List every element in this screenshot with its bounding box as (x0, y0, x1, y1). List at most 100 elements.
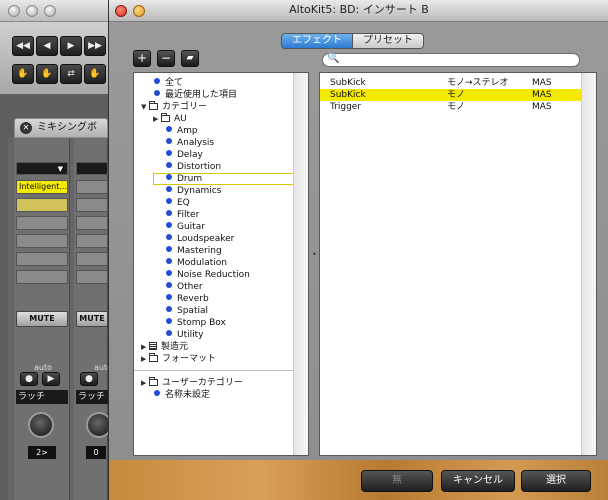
tree-item-reverb[interactable]: Reverb (166, 293, 209, 305)
tree-scrollbar[interactable] (293, 73, 308, 455)
transport-toolbar: ◀◀ ◀ ▶ ▶▶ ✋ ✋ ⇄ ✋ (0, 22, 108, 94)
hand-tool-icon[interactable]: ✋ (12, 64, 34, 84)
automation-mode[interactable]: ラッチ (76, 390, 108, 404)
bullet-icon (166, 162, 172, 168)
insert-slot-a[interactable]: Intelligent... (16, 180, 68, 194)
tree-item-au[interactable]: ▶ AU (153, 113, 187, 125)
tree-item-untitled[interactable]: 名称未設定 (154, 389, 210, 401)
tree-item-dynamics[interactable]: Dynamics (166, 185, 221, 197)
add-icon[interactable]: + (133, 50, 151, 67)
tree-item-label: ユーザーカテゴリー (162, 378, 243, 388)
automation-mode[interactable]: ラッチ (16, 390, 68, 404)
tree-item-label: 全て (165, 78, 184, 88)
tree-item-user-categories[interactable]: ▶ ユーザーカテゴリー (141, 377, 243, 389)
insert-slot-d[interactable] (76, 234, 108, 248)
insert-slot-e[interactable] (16, 252, 68, 266)
tree-item-categories[interactable]: ▼ カテゴリー (141, 101, 207, 113)
disclosure-closed-icon[interactable]: ▶ (141, 377, 149, 389)
dialog-body: エフェクト プリセット + − ▰ 🔍 全て 最近使用した項目 ▼ カテゴリー ▶… (109, 22, 608, 460)
tree-item-all[interactable]: 全て (154, 77, 183, 89)
tab-effects[interactable]: エフェクト (282, 34, 352, 48)
tree-item-format[interactable]: ▶ フォーマット (141, 353, 216, 365)
zoom-window-button[interactable] (44, 5, 56, 17)
effect-row[interactable]: Trigger モノ MAS (320, 101, 582, 113)
loop-tool-icon[interactable]: ⇄ (60, 64, 82, 84)
play-icon[interactable]: ▶ (42, 372, 60, 386)
insert-slot-c[interactable] (16, 216, 68, 230)
tab-presets[interactable]: プリセット (353, 34, 423, 48)
splitter-handle-icon: • (312, 250, 317, 259)
effect-row-selected[interactable]: SubKick モノ MAS (320, 89, 582, 101)
step-back-icon[interactable]: ◀ (36, 36, 58, 56)
pan-knob[interactable] (28, 412, 54, 438)
tree-item-noise-reduction[interactable]: Noise Reduction (166, 269, 250, 281)
insert-slot-c[interactable] (76, 216, 108, 230)
mute-button[interactable]: MUTE (16, 311, 68, 327)
grab-tool-icon[interactable]: ✋ (36, 64, 58, 84)
rewind-icon[interactable]: ◀◀ (12, 36, 34, 56)
tree-item-recent[interactable]: 最近使用した項目 (154, 89, 237, 101)
list-icon (149, 342, 157, 350)
effect-row[interactable]: SubKick モノ→ステレオ MAS (320, 77, 582, 89)
bullet-icon (166, 138, 172, 144)
tree-divider (134, 370, 294, 371)
tree-item-delay[interactable]: Delay (166, 149, 203, 161)
disclosure-open-icon[interactable]: ▼ (141, 101, 149, 113)
insert-slot-a[interactable] (76, 180, 108, 194)
insert-dropdown[interactable]: ▼ (16, 162, 68, 175)
tree-item-distortion[interactable]: Distortion (166, 161, 221, 173)
scrub-tool-icon[interactable]: ✋ (84, 64, 106, 84)
close-window-button[interactable] (8, 5, 20, 17)
pane-splitter[interactable]: • (309, 72, 319, 456)
record-icon[interactable]: ● (20, 372, 38, 386)
tree-item-label: Noise Reduction (177, 270, 250, 280)
bullet-icon (166, 126, 172, 132)
insert-slot-b[interactable] (76, 198, 108, 212)
tree-item-drum[interactable]: Drum (166, 173, 202, 185)
tree-item-filter[interactable]: Filter (166, 209, 199, 221)
cancel-button[interactable]: キャンセル (441, 470, 515, 492)
tree-item-label: Loudspeaker (177, 234, 235, 244)
tree-item-label: Amp (177, 126, 198, 136)
disclosure-closed-icon[interactable]: ▶ (141, 353, 149, 365)
insert-slot-e[interactable] (76, 252, 108, 266)
category-tree: 全て 最近使用した項目 ▼ カテゴリー ▶ AU Amp Analysis Dela… (133, 72, 309, 456)
tree-item-eq[interactable]: EQ (166, 197, 190, 209)
remove-icon[interactable]: − (157, 50, 175, 67)
mixing-board-tab[interactable]: ✕ ミキシングボ (14, 118, 108, 138)
mute-button[interactable]: MUTE (76, 311, 108, 327)
bullet-icon (166, 234, 172, 240)
insert-slot-d[interactable] (16, 234, 68, 248)
insert-slot-b[interactable] (16, 198, 68, 212)
minimize-window-button[interactable] (26, 5, 38, 17)
close-icon[interactable]: ✕ (20, 122, 32, 134)
search-input[interactable]: 🔍 (322, 53, 580, 67)
bullet-icon (166, 270, 172, 276)
fast-forward-icon[interactable]: ▶▶ (84, 36, 106, 56)
insert-dropdown[interactable] (76, 162, 108, 175)
effect-channels: モノ (447, 90, 466, 100)
tree-item-modulation[interactable]: Modulation (166, 257, 227, 269)
folder-icon[interactable]: ▰ (181, 50, 199, 67)
disclosure-closed-icon[interactable]: ▶ (153, 113, 161, 125)
bullet-icon (154, 390, 160, 396)
tree-item-spatial[interactable]: Spatial (166, 305, 208, 317)
none-button[interactable]: 無 (361, 470, 433, 492)
record-icon[interactable]: ● (80, 372, 98, 386)
tree-item-analysis[interactable]: Analysis (166, 137, 214, 149)
play-icon[interactable]: ▶ (60, 36, 82, 56)
tree-item-stomp-box[interactable]: Stomp Box (166, 317, 226, 329)
insert-slot-f[interactable] (16, 270, 68, 284)
tree-item-loudspeaker[interactable]: Loudspeaker (166, 233, 234, 245)
tree-item-other[interactable]: Other (166, 281, 203, 293)
tree-item-label: AU (174, 114, 187, 124)
insert-slot-f[interactable] (76, 270, 108, 284)
tree-item-mastering[interactable]: Mastering (166, 245, 222, 257)
select-button[interactable]: 選択 (521, 470, 591, 492)
tree-item-guitar[interactable]: Guitar (166, 221, 205, 233)
list-scrollbar[interactable] (581, 73, 596, 455)
tree-item-amp[interactable]: Amp (166, 125, 198, 137)
disclosure-closed-icon[interactable]: ▶ (141, 341, 149, 353)
tree-item-manufacturer[interactable]: ▶ 製造元 (141, 341, 188, 353)
tree-item-utility[interactable]: Utility (166, 329, 203, 341)
